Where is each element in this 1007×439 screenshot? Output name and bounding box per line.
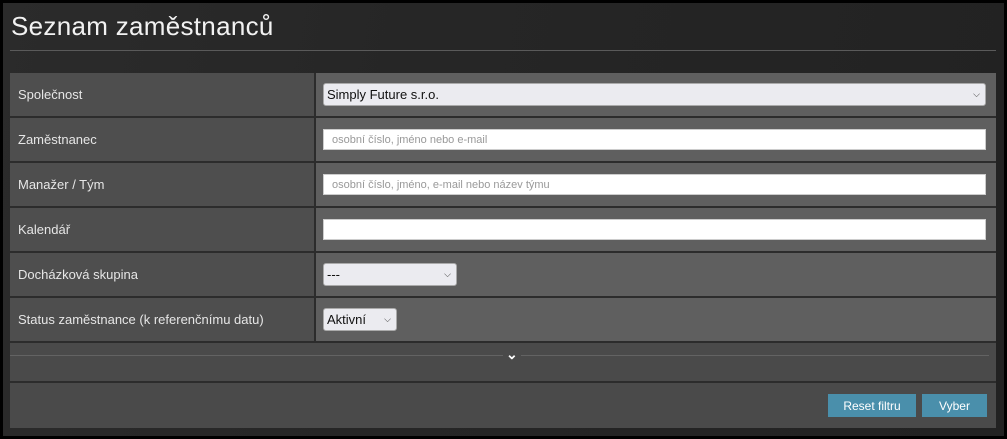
- attendance-group-select[interactable]: --- ⌵: [323, 263, 457, 286]
- employee-input[interactable]: osobní číslo, jméno nebo e-mail: [323, 129, 986, 150]
- employee-list-window: Seznam zaměstnanců Společnost Simply Fut…: [3, 3, 1004, 436]
- chevron-down-icon: ⌵: [384, 314, 391, 324]
- chevron-down-icon: ⌵: [444, 269, 451, 279]
- filter-form: Společnost Simply Future s.r.o. ⌵ Zaměstn…: [10, 73, 996, 428]
- calendar-label: Kalendář: [10, 208, 316, 251]
- form-footer: Reset filtru Vyber: [10, 383, 996, 428]
- filter-row-status: Status zaměstnance (k referenčnímu datu)…: [10, 298, 996, 343]
- status-select[interactable]: Aktivní ⌵: [323, 308, 397, 331]
- expand-filters: ⌄: [10, 343, 996, 383]
- attendance-group-label: Docházková skupina: [10, 253, 316, 296]
- page-title: Seznam zaměstnanců: [11, 11, 274, 41]
- reset-filter-button[interactable]: Reset filtru: [828, 394, 916, 417]
- calendar-input[interactable]: [323, 219, 986, 240]
- filter-row-attendance-group: Docházková skupina --- ⌵: [10, 253, 996, 298]
- chevron-down-icon: ⌵: [973, 89, 980, 99]
- filter-row-calendar: Kalendář: [10, 208, 996, 253]
- divider: [10, 355, 989, 356]
- filter-row-employee: Zaměstnanec osobní číslo, jméno nebo e-m…: [10, 118, 996, 163]
- company-select-value: Simply Future s.r.o.: [327, 87, 439, 102]
- expand-chevron-icon[interactable]: ⌄: [503, 346, 521, 363]
- filter-row-manager: Manažer / Tým osobní číslo, jméno, e-mai…: [10, 163, 996, 208]
- employee-label: Zaměstnanec: [10, 118, 316, 161]
- select-button[interactable]: Vyber: [922, 394, 987, 417]
- status-label: Status zaměstnance (k referenčnímu datu): [10, 298, 316, 341]
- filter-row-company: Společnost Simply Future s.r.o. ⌵: [10, 73, 996, 118]
- status-value: Aktivní: [327, 312, 367, 327]
- manager-label: Manažer / Tým: [10, 163, 316, 206]
- company-label: Společnost: [10, 73, 316, 116]
- attendance-group-value: ---: [327, 267, 340, 282]
- manager-input[interactable]: osobní číslo, jméno, e-mail nebo název t…: [323, 174, 986, 195]
- divider: [10, 50, 996, 51]
- company-select[interactable]: Simply Future s.r.o. ⌵: [323, 83, 986, 106]
